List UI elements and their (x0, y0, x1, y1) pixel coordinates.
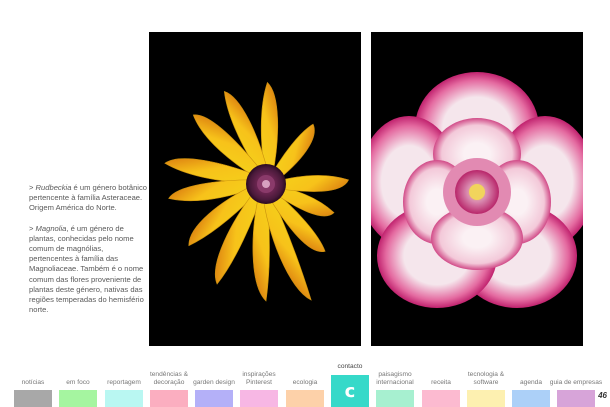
section-nav: notícias em foco reportagem tendências & de… (14, 354, 604, 407)
nav-item-11[interactable]: agenda (512, 354, 550, 407)
nav-item-0[interactable]: notícias (14, 354, 52, 407)
nav-item-3[interactable]: tendências & decoração (150, 354, 188, 407)
magnolia-name: Magnolia (35, 223, 67, 233)
nav-item-12[interactable]: guia de empresas (550, 354, 602, 407)
nav-color-swatch[interactable] (467, 390, 505, 407)
nav-item-10[interactable]: tecnologia & software (467, 354, 505, 407)
nav-item-9[interactable]: receita (422, 354, 460, 407)
nav-item-8[interactable]: paisagismo internacional (376, 354, 414, 407)
magnolia-photo (371, 32, 583, 346)
nav-color-swatch[interactable] (195, 390, 233, 407)
nav-item-2[interactable]: reportagem (105, 354, 143, 407)
caption-magnolia: > Magnolia, é um género de plantas, conh… (29, 223, 144, 315)
captions: > Rudbeckia é um género botânico pertenc… (29, 183, 147, 325)
nav-label: guia de empresas (549, 379, 603, 386)
nav-item-1[interactable]: em foco (59, 354, 97, 407)
nav-item-7[interactable]: contacto c (331, 354, 369, 407)
nav-color-swatch[interactable] (240, 390, 278, 407)
nav-color-swatch[interactable] (286, 390, 324, 407)
rudbeckia-photo (149, 32, 361, 346)
nav-item-5[interactable]: inspirações Pinterest (240, 354, 278, 407)
caption-rudbeckia: > Rudbeckia é um género botânico pertenc… (29, 183, 148, 213)
nav-color-swatch[interactable] (14, 390, 52, 407)
nav-color-swatch[interactable] (376, 390, 414, 407)
nav-letter: c (344, 381, 356, 402)
nav-label: contacto (337, 363, 363, 370)
nav-color-swatch[interactable] (557, 390, 595, 407)
page-number: 46 (598, 391, 607, 400)
nav-color-swatch[interactable]: c (331, 375, 369, 407)
nav-color-swatch[interactable] (512, 390, 550, 407)
nav-color-swatch[interactable] (150, 390, 188, 407)
nav-color-swatch[interactable] (59, 390, 97, 407)
rudbeckia-name: Rudbeckia (35, 183, 72, 192)
nav-color-swatch[interactable] (105, 390, 143, 407)
nav-label: ecologia (292, 379, 318, 386)
nav-color-swatch[interactable] (422, 390, 460, 407)
nav-item-6[interactable]: ecologia (286, 354, 324, 407)
nav-item-4[interactable]: garden design (193, 354, 235, 407)
